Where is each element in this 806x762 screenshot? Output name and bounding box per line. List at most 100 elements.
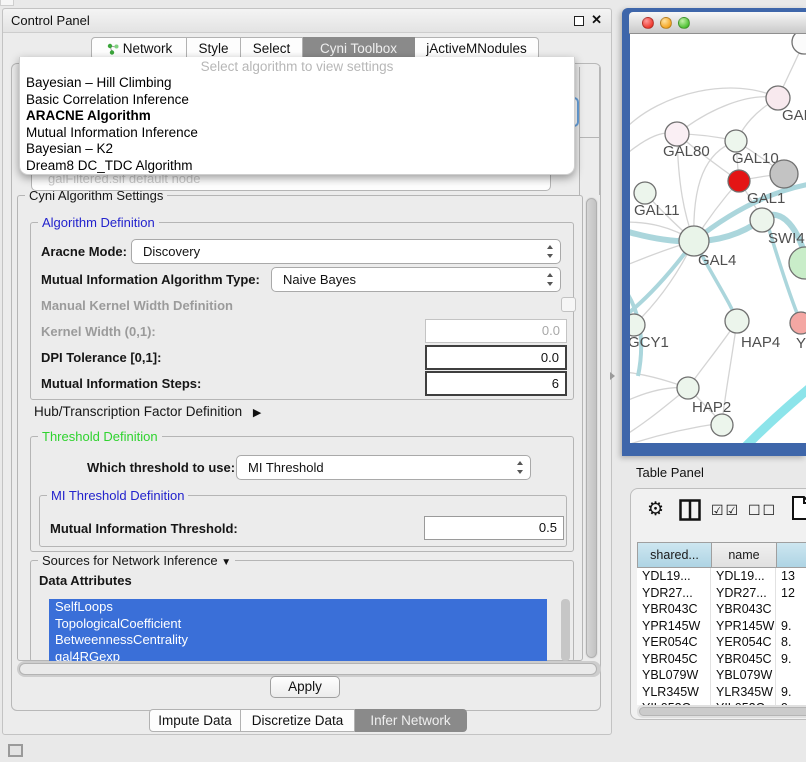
network-canvas[interactable]: GAL7GAL80GAL10GAL1GAL11SWI4GAL4GCY1HAP4Y… [630,34,806,443]
groupbox-fragment [579,137,600,138]
minimize-traffic-light[interactable] [660,17,672,29]
table-cell: YBR045C [711,651,776,668]
table-cell: YER054C [711,634,776,651]
mi-steps-label: Mutual Information Steps: [41,376,201,391]
network-node-node-big-green[interactable] [789,247,806,279]
column-header-name[interactable]: name [711,542,776,568]
table-cell: YPR145W [711,618,776,635]
table-row-YDR27...[interactable]: YDR27...YDR27...12 [637,585,806,602]
column-header-shared-name[interactable]: shared... [637,542,711,568]
control-panel-titlebar: Control Panel ✕ [3,9,611,33]
zoom-traffic-light[interactable] [678,17,690,29]
cyni-algorithm-settings-group: Cyni Algorithm Settings Algorithm Defini… [17,195,583,661]
deselect-all-checkboxes-icon[interactable]: ☐☐ [748,502,777,519]
network-node-GAL11[interactable] [634,182,656,204]
mi-type-value: Naive Bayes [283,272,356,287]
mi-type-label: Mutual Information Algorithm Type: [41,272,260,287]
combo-arrows-icon [546,244,555,259]
network-node-node-top[interactable] [792,34,806,54]
table-cell: 12 [776,585,806,602]
network-node-GCY1[interactable] [630,314,645,336]
table-row-YBR045C[interactable]: YBR045CYBR045C9. [637,651,806,668]
table-row-YLR345W[interactable]: YLR345WYLR345W9. [637,684,806,701]
gear-icon[interactable]: ⚙ [647,498,664,521]
kernel-width-field[interactable]: 0.0 [425,319,567,343]
table-row-YER054C[interactable]: YER054CYER054C8. [637,634,806,651]
table-row-YBR043C[interactable]: YBR043CYBR043C [637,601,806,618]
panel-title: Control Panel [11,13,90,28]
network-node-HAP2[interactable] [677,377,699,399]
table-cell: YDL19... [711,568,776,585]
which-threshold-combo[interactable]: MI Threshold [236,455,531,480]
tab-impute-data[interactable]: Impute Data [149,709,241,732]
mi-type-combo[interactable]: Naive Bayes [271,267,561,292]
dropdown-placeholder: Select algorithm to view settings [20,58,574,75]
split-pane-handle[interactable] [610,372,615,380]
float-window-icon[interactable] [574,16,584,26]
panel-vertical-scrollbar[interactable] [585,197,598,659]
hub-tf-definition-label: Hub/Transcription Factor Definition [34,404,242,419]
tab-style-label: Style [198,41,228,56]
algorithm-definition-title: Algorithm Definition [38,215,159,230]
dropdown-item-1[interactable]: Basic Correlation Inference [20,92,574,109]
aracne-mode-combo[interactable]: Discovery [131,239,561,264]
network-node-label-GAL80: GAL80 [663,143,710,160]
manual-kernel-checkbox[interactable] [561,297,576,312]
which-threshold-label: Which threshold to use: [87,460,235,475]
attribute-list-scrollbar[interactable] [561,599,570,661]
columns-icon[interactable] [679,499,701,526]
export-table-icon[interactable] [791,495,806,526]
network-node-label-GAL1: GAL1 [747,190,785,207]
attribute-item-SelfLoops[interactable]: SelfLoops [49,599,547,616]
tab-impute-data-label: Impute Data [158,713,232,728]
table-cell: YLR345W [637,684,711,701]
network-node-node-bottom[interactable] [711,414,733,436]
manual-kernel-label: Manual Kernel Width Definition [41,298,233,313]
table-cell: YDR27... [711,585,776,602]
mi-steps-field[interactable]: 6 [425,371,567,396]
tab-discretize-data[interactable]: Discretize Data [241,709,355,732]
table-cell: 13 [776,568,806,585]
dpi-tolerance-field[interactable]: 0.0 [425,345,567,370]
tab-cyni-toolbox-label: Cyni Toolbox [320,41,397,56]
column-header-partial[interactable] [776,542,806,568]
panel-horizontal-scrollbar[interactable] [17,661,601,677]
mi-threshold-field[interactable]: 0.5 [424,516,564,540]
dpi-tolerance-label: DPI Tolerance [0,1]: [41,350,161,365]
network-window-titlebar[interactable] [629,12,806,34]
hub-tf-definition-expander[interactable]: Hub/Transcription Factor Definition ▶ [34,404,261,419]
network-node-GAL10[interactable] [725,130,747,152]
table-cell: 9. [776,618,806,635]
dropdown-item-0[interactable]: Bayesian – Hill Climbing [20,75,574,92]
tab-infer-network[interactable]: Infer Network [355,709,467,732]
network-node-HAP4[interactable] [725,309,749,333]
tab-select-label: Select [253,41,291,56]
network-node-label-HAP4: HAP4 [741,334,780,351]
apply-button[interactable]: Apply [270,676,340,698]
sources-title-label: Sources for Network Inference [42,553,218,568]
table-row-YDL19...[interactable]: YDL19...YDL19...13 [637,568,806,585]
table-row-YPR145W[interactable]: YPR145WYPR145W9. [637,618,806,635]
network-node-label-node-salmon: Y [796,335,806,352]
network-node-GAL1[interactable] [728,170,750,192]
table-horizontal-scrollbar[interactable] [637,705,806,718]
network-node-node-gray[interactable] [770,160,798,188]
attribute-item-BetweennessCentrality[interactable]: BetweennessCentrality [49,632,547,649]
close-traffic-light[interactable] [642,17,654,29]
close-icon[interactable]: ✕ [591,12,602,28]
dropdown-item-2[interactable]: ARACNE Algorithm [20,108,574,125]
select-all-checkboxes-icon[interactable]: ☑☑ [711,502,740,519]
dock-panel-icon[interactable] [8,744,23,757]
table-row-YBL079W[interactable]: YBL079WYBL079W [637,667,806,684]
data-attributes-list: SelfLoopsTopologicalCoefficientBetweenne… [49,599,547,665]
dropdown-item-4[interactable]: Bayesian – K2 [20,141,574,158]
attribute-item-TopologicalCoefficient[interactable]: TopologicalCoefficient [49,616,547,633]
screenshot-root: Control Panel ✕ Network Style Select Cyn… [0,0,806,762]
network-node-node-salmon[interactable] [790,312,806,334]
dropdown-item-3[interactable]: Mutual Information Inference [20,125,574,142]
network-node-label-GAL4: GAL4 [698,252,736,269]
sources-title[interactable]: Sources for Network Inference ▼ [38,553,235,568]
dropdown-item-5[interactable]: Dream8 DC_TDC Algorithm [20,158,574,175]
network-node-SWI4[interactable] [750,208,774,232]
aracne-mode-label: Aracne Mode: [41,244,127,259]
